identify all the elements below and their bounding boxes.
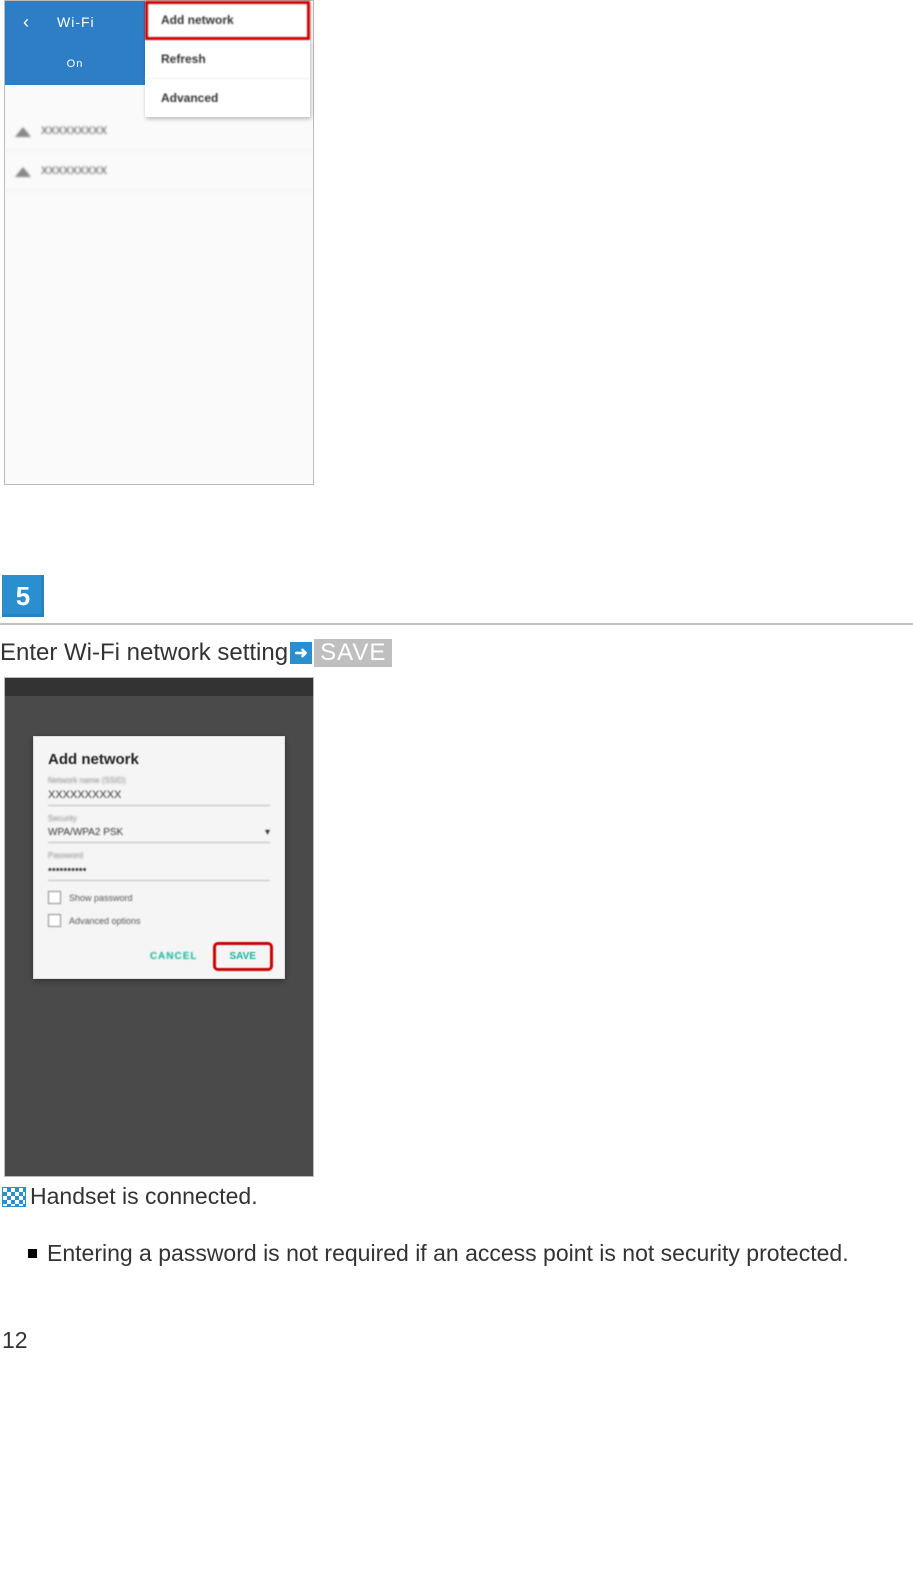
result-line: Handset is connected.: [2, 1183, 913, 1210]
dialog-title: Add network: [48, 751, 270, 768]
status-bar: [5, 678, 313, 696]
step-number-badge: 5: [2, 575, 44, 617]
screen-title: Wi-Fi: [47, 1, 147, 43]
wifi-icon: [15, 165, 31, 177]
back-icon[interactable]: ‹: [5, 1, 47, 43]
network-row[interactable]: XXXXXXXXX: [5, 151, 313, 191]
cancel-button[interactable]: CANCEL: [150, 951, 198, 962]
wifi-settings-screenshot: ‹ Wi-Fi On Add network Refresh Advanced …: [4, 0, 314, 485]
overflow-menu: Add network Refresh Advanced: [145, 1, 310, 117]
page-number: 12: [2, 1327, 913, 1374]
save-button[interactable]: SAVE: [216, 945, 271, 968]
menu-item-advanced[interactable]: Advanced: [145, 79, 310, 117]
security-value: WPA/WPA2 PSK: [48, 827, 123, 838]
add-network-dialog: Add network Network name (SSID) XXXXXXXX…: [33, 736, 285, 979]
password-label: Password: [48, 851, 270, 860]
show-password-checkbox[interactable]: Show password: [48, 891, 270, 904]
instruction-text: Enter Wi-Fi network setting: [0, 639, 288, 667]
show-password-label: Show password: [69, 893, 133, 903]
flag-icon: [2, 1187, 26, 1207]
security-label: Security: [48, 814, 270, 823]
note-text: Entering a password is not required if a…: [47, 1240, 849, 1267]
ssid-label: Network name (SSID): [48, 776, 270, 785]
note-line: Entering a password is not required if a…: [28, 1240, 913, 1267]
password-input[interactable]: ••••••••••: [48, 860, 270, 881]
security-select[interactable]: WPA/WPA2 PSK ▾: [48, 823, 270, 843]
advanced-options-checkbox[interactable]: Advanced options: [48, 914, 270, 927]
chevron-down-icon: ▾: [265, 827, 270, 838]
checkbox-icon: [48, 891, 61, 904]
divider: [0, 623, 913, 625]
network-ssid: XXXXXXXXX: [41, 125, 107, 137]
wifi-icon: [15, 125, 31, 137]
menu-item-refresh[interactable]: Refresh: [145, 40, 310, 79]
wifi-toggle-on[interactable]: On: [5, 43, 145, 85]
network-row[interactable]: XXXXXXXXX: [5, 111, 313, 151]
menu-item-add-network[interactable]: Add network: [145, 1, 310, 40]
advanced-options-label: Advanced options: [69, 916, 141, 926]
result-text: Handset is connected.: [30, 1183, 258, 1210]
bullet-icon: [28, 1249, 37, 1258]
network-ssid: XXXXXXXXX: [41, 165, 107, 177]
add-network-dialog-screenshot: Add network Network name (SSID) XXXXXXXX…: [4, 677, 314, 1177]
instruction-line: Enter Wi-Fi network setting ➜ SAVE: [0, 639, 913, 667]
checkbox-icon: [48, 914, 61, 927]
ssid-input[interactable]: XXXXXXXXXX: [48, 785, 270, 806]
arrow-right-icon: ➜: [290, 642, 312, 664]
save-label-chip: SAVE: [314, 639, 392, 667]
